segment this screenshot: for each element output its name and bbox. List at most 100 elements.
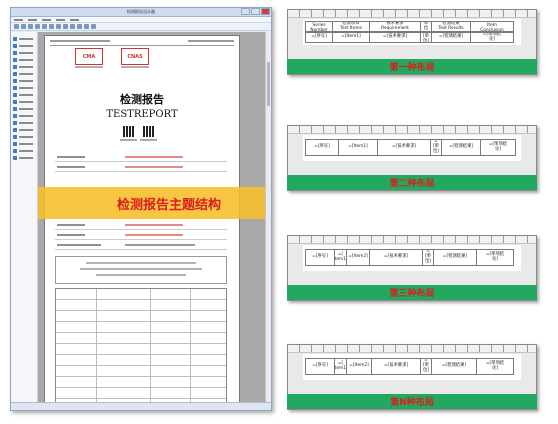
toolbar-icon[interactable]	[49, 24, 54, 29]
header-cell[interactable]: 检测结果 Test Results	[431, 21, 471, 32]
report-title-cn: 检测报告	[120, 93, 164, 106]
theme-structure-banner: 检测报告主题结构	[38, 187, 265, 219]
sidebar-item[interactable]	[11, 77, 37, 84]
toolbar-icon[interactable]	[63, 24, 68, 29]
sidebar-item[interactable]	[11, 133, 37, 140]
toolbar-icon[interactable]	[56, 24, 61, 29]
sidebar-item[interactable]	[11, 91, 37, 98]
sidebar-item[interactable]	[11, 112, 37, 119]
ruler	[288, 10, 536, 18]
toolbar-icon[interactable]	[35, 24, 40, 29]
menu-item[interactable]	[28, 18, 37, 21]
component-icon	[13, 148, 17, 153]
report-field[interactable]	[55, 232, 227, 240]
maximize-button[interactable]	[251, 8, 260, 15]
sidebar-item[interactable]	[11, 147, 37, 154]
data-cell[interactable]: =[单项结 论]	[480, 139, 516, 156]
sidebar-item-label	[19, 51, 33, 54]
header-cell[interactable]: 检测项目 Test Items	[332, 21, 370, 32]
report-field[interactable]	[55, 222, 227, 230]
sidebar-item[interactable]	[11, 70, 37, 77]
window-titlebar: 检测报告设计器	[11, 8, 271, 17]
header-cell[interactable]: 技术要求 Requirement	[369, 21, 421, 32]
component-icon	[13, 106, 17, 111]
report-field[interactable]	[55, 164, 227, 172]
sidebar-item[interactable]	[11, 98, 37, 105]
sidebar-item-label	[19, 86, 33, 89]
data-cell[interactable]: =[Item2]	[346, 249, 370, 266]
data-cell[interactable]: =[技术要求]	[377, 139, 431, 156]
data-cell[interactable]: =[单项结 论]	[470, 32, 514, 43]
toolbar-icon[interactable]	[84, 24, 89, 29]
sidebar-item[interactable]	[11, 154, 37, 161]
data-cell[interactable]: =[单项结 论]	[476, 249, 514, 266]
data-cell[interactable]: =[技术要求]	[369, 249, 423, 266]
data-cell[interactable]: =[序号]	[305, 32, 333, 43]
data-cell[interactable]: =[检测结果]	[441, 139, 481, 156]
component-icon	[13, 120, 17, 125]
layout-n-label: 第N种布局	[287, 394, 537, 409]
data-cell[interactable]: =[技术要求]	[369, 32, 421, 43]
toolbar-icon[interactable]	[70, 24, 75, 29]
data-cell[interactable]: =[Item2]	[346, 358, 372, 375]
data-cell[interactable]: =[序号]	[305, 358, 335, 375]
sidebar-item[interactable]	[11, 35, 37, 42]
data-cell[interactable]: =[序号]	[305, 249, 335, 266]
minimize-button[interactable]	[241, 8, 250, 15]
menu-item[interactable]	[70, 18, 79, 21]
qr-code-icon	[123, 126, 134, 137]
layout-n-preview: =[序号] =[ Item1] =[Item2] =[技术要求] =[单 位] …	[287, 344, 537, 410]
cnas-logo: CNAS	[121, 48, 149, 65]
data-cell[interactable]: =[序号]	[305, 139, 339, 156]
toolbar-icon[interactable]	[14, 24, 19, 29]
component-icon	[13, 85, 17, 90]
data-cell[interactable]: =[检测结果]	[431, 32, 471, 43]
report-field[interactable]	[55, 154, 227, 162]
layout-1-label: 第一种布局	[287, 59, 537, 74]
layout-2-label: 第二种布局	[287, 175, 537, 190]
design-canvas[interactable]: CMA CNAS 检测报告 TESTREPORT 检测报告主题结构	[38, 32, 265, 402]
data-cell[interactable]: =[检测结果]	[433, 249, 477, 266]
toolbar-icon[interactable]	[42, 24, 47, 29]
component-icon	[13, 36, 17, 41]
layout-1-preview: 序号 Series Number 检测项目 Test Items 技术要求 Re…	[287, 9, 537, 75]
sidebar-item[interactable]	[11, 56, 37, 63]
vertical-scrollbar[interactable]	[265, 32, 271, 402]
sidebar-item-label	[19, 135, 33, 138]
toolbar-icon[interactable]	[21, 24, 26, 29]
sidebar-item[interactable]	[11, 84, 37, 91]
header-row: 序号 Series Number 检测项目 Test Items 技术要求 Re…	[305, 21, 518, 32]
toolbar-icon[interactable]	[91, 24, 96, 29]
institute-block[interactable]	[55, 256, 227, 284]
close-button[interactable]	[261, 8, 270, 15]
data-cell[interactable]: =[Item1]	[338, 139, 378, 156]
scrollbar-thumb[interactable]	[267, 62, 270, 106]
data-cell[interactable]: =[检测结果]	[431, 358, 477, 375]
component-sidebar	[11, 32, 38, 402]
report-info-table[interactable]	[55, 288, 227, 402]
data-cell[interactable]: =[单项结 论]	[476, 358, 514, 375]
data-cell[interactable]: =[Item1]	[332, 32, 370, 43]
sidebar-item[interactable]	[11, 126, 37, 133]
sidebar-item[interactable]	[11, 105, 37, 112]
sidebar-item[interactable]	[11, 119, 37, 126]
sidebar-item[interactable]	[11, 49, 37, 56]
menu-item[interactable]	[56, 18, 65, 21]
report-title-en: TESTREPORT	[106, 109, 178, 120]
report-field[interactable]	[55, 242, 227, 250]
qr-code-icon	[143, 126, 154, 137]
menu-item[interactable]	[14, 18, 23, 21]
toolbar-icon[interactable]	[28, 24, 33, 29]
header-cell[interactable]: 单项结论 Item Conclusion	[470, 21, 514, 32]
toolbar-icon[interactable]	[77, 24, 82, 29]
sidebar-item-label	[19, 114, 33, 117]
header-cell[interactable]: 序号 Series Number	[305, 21, 333, 32]
qr-caption	[120, 139, 137, 141]
sidebar-item[interactable]	[11, 63, 37, 70]
menu-item[interactable]	[42, 18, 51, 21]
data-cell[interactable]: =[技术要求]	[371, 358, 421, 375]
sidebar-item[interactable]	[11, 42, 37, 49]
sidebar-item[interactable]	[11, 140, 37, 147]
component-icon	[13, 155, 17, 160]
layout-table: 序号 Series Number 检测项目 Test Items 技术要求 Re…	[305, 21, 518, 43]
